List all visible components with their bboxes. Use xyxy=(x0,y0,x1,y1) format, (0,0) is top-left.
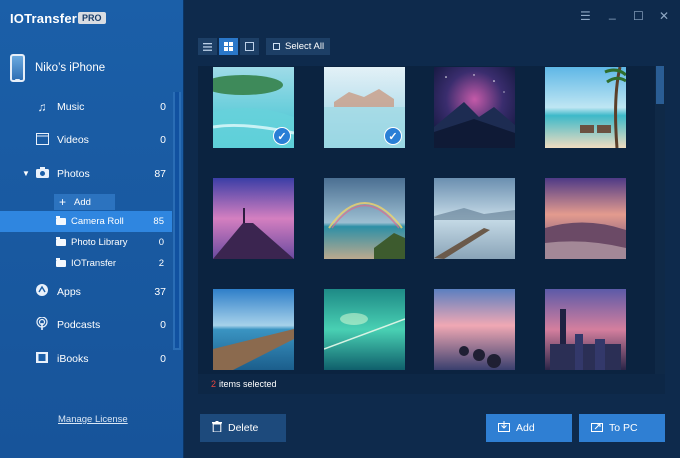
selected-check-icon[interactable]: ✓ xyxy=(384,127,402,145)
subitem-count: 2 xyxy=(158,258,164,269)
sidebar-subitem-iotransfer[interactable]: IOTransfer 2 xyxy=(0,253,172,274)
photo-thumbnail-rainbow-beach[interactable] xyxy=(324,178,405,259)
close-icon[interactable]: ✕ xyxy=(659,9,669,23)
sidebar-item-label: Music xyxy=(57,100,85,113)
photo-thumbnail-beach-chairs-palm[interactable] xyxy=(545,67,626,148)
photo-thumbnail-starry-mountain[interactable] xyxy=(434,67,515,148)
sidebar-item-count: 0 xyxy=(160,100,166,113)
trash-icon xyxy=(212,421,222,435)
podcast-icon xyxy=(35,316,49,333)
list-view-button[interactable] xyxy=(198,38,217,55)
sidebar: IOTransfer PRO Niko’s iPhone ♫ Music 0 V… xyxy=(0,0,184,458)
grid-view-button[interactable] xyxy=(219,38,238,55)
subitem-label: Photo Library xyxy=(71,237,128,248)
list-icon xyxy=(203,42,212,51)
selected-count: 2 xyxy=(211,379,217,389)
maximize-icon[interactable]: ☐ xyxy=(633,9,644,23)
select-all-checkbox[interactable]: Select All xyxy=(266,38,330,55)
photo-thumbnail-coastal-village[interactable]: ✓ xyxy=(324,67,405,148)
export-icon xyxy=(591,421,603,435)
sidebar-item-count: 87 xyxy=(154,167,166,180)
subitem-count: 85 xyxy=(153,216,164,227)
app-store-icon xyxy=(35,284,49,299)
sidebar-scrollbar-thumb[interactable] xyxy=(175,92,179,348)
sidebar-item-music[interactable]: ♫ Music 0 xyxy=(0,90,172,124)
delete-button[interactable]: Delete xyxy=(200,414,286,442)
sidebar-item-label: Apps xyxy=(57,285,81,298)
music-note-icon: ♫ xyxy=(37,99,47,114)
sidebar-item-count: 0 xyxy=(160,319,166,332)
sidebar-item-label: Videos xyxy=(57,134,89,147)
minimize-icon[interactable]: _ xyxy=(609,6,616,20)
photo-thumbnail-rocky-shore-dusk[interactable] xyxy=(434,289,515,370)
sidebar-nav: ♫ Music 0 Videos 0 ▼ Photos 87 xyxy=(0,90,172,191)
sidebar-item-ibooks[interactable]: iBooks 0 xyxy=(0,342,172,376)
import-icon xyxy=(498,421,510,435)
add-album-button[interactable]: + Add xyxy=(54,194,115,210)
grid-scrollbar-track[interactable] xyxy=(655,66,665,374)
grid-icon xyxy=(224,42,233,51)
photos-subnav: Camera Roll 85 Photo Library 0 IOTransfe… xyxy=(0,211,172,274)
app-title: IOTransfer xyxy=(10,11,78,26)
selection-status: 2 items selected xyxy=(198,374,665,394)
add-button[interactable]: Add xyxy=(486,414,572,442)
add-label: Add xyxy=(516,422,535,434)
subitem-label: Camera Roll xyxy=(71,216,124,227)
film-icon xyxy=(35,132,49,148)
manage-license-link[interactable]: Manage License xyxy=(58,414,128,425)
checkbox-icon xyxy=(273,43,280,50)
menu-icon[interactable]: ☰ xyxy=(580,9,591,23)
sidebar-subitem-camera-roll[interactable]: Camera Roll 85 xyxy=(0,211,172,232)
sidebar-item-count: 0 xyxy=(160,134,166,147)
sidebar-subitem-photo-library[interactable]: Photo Library 0 xyxy=(0,232,172,253)
sidebar-nav-lower: Apps 37 Podcasts 0 iBooks 0 xyxy=(0,275,172,376)
subitem-label: IOTransfer xyxy=(71,258,117,269)
grid-scrollbar-thumb[interactable] xyxy=(656,66,664,104)
expand-arrow-icon[interactable]: ▼ xyxy=(22,169,30,178)
book-icon xyxy=(35,351,49,366)
photo-thumbnail-green-bridge-sea[interactable] xyxy=(324,289,405,370)
sidebar-item-podcasts[interactable]: Podcasts 0 xyxy=(0,309,172,343)
sidebar-item-label: iBooks xyxy=(57,352,89,365)
device-header[interactable]: Niko’s iPhone xyxy=(10,54,105,82)
pro-badge: PRO xyxy=(78,12,106,24)
to-pc-button[interactable]: To PC xyxy=(579,414,665,442)
add-album-label: Add xyxy=(74,196,91,208)
sidebar-item-videos[interactable]: Videos 0 xyxy=(0,124,172,158)
sidebar-item-photos[interactable]: ▼ Photos 87 xyxy=(0,157,172,191)
delete-label: Delete xyxy=(228,422,259,434)
sidebar-item-count: 0 xyxy=(160,352,166,365)
sidebar-item-label: Photos xyxy=(57,167,90,180)
to-pc-label: To PC xyxy=(609,422,638,434)
sidebar-item-label: Podcasts xyxy=(57,319,101,332)
square-icon xyxy=(245,42,254,51)
folder-icon xyxy=(56,258,66,267)
plus-icon: + xyxy=(59,195,67,209)
device-name: Niko’s iPhone xyxy=(35,62,106,74)
photo-thumbnail-city-skyline-night[interactable] xyxy=(545,289,626,370)
photo-thumbnail-wooden-pier-sea[interactable] xyxy=(213,289,294,370)
large-view-button[interactable] xyxy=(240,38,259,55)
iphone-icon xyxy=(10,54,25,82)
sidebar-item-count: 37 xyxy=(154,285,166,298)
camera-icon xyxy=(35,166,49,181)
sidebar-item-apps[interactable]: Apps 37 xyxy=(0,275,172,309)
selected-check-icon[interactable]: ✓ xyxy=(273,127,291,145)
folder-icon xyxy=(56,237,66,246)
view-toolbar xyxy=(198,38,259,55)
photo-thumbnail-sunset-hills[interactable] xyxy=(545,178,626,259)
subitem-count: 0 xyxy=(158,237,164,248)
selected-text: items selected xyxy=(219,379,277,389)
photo-thumbnail-tropical-lagoon[interactable]: ✓ xyxy=(213,67,294,148)
select-all-label: Select All xyxy=(285,41,325,52)
photo-thumbnail-misty-jetty[interactable] xyxy=(434,178,515,259)
folder-icon xyxy=(56,216,66,225)
photo-grid: ✓ ✓ xyxy=(198,66,665,374)
photo-thumbnail-pier-sunset-purple[interactable] xyxy=(213,178,294,259)
